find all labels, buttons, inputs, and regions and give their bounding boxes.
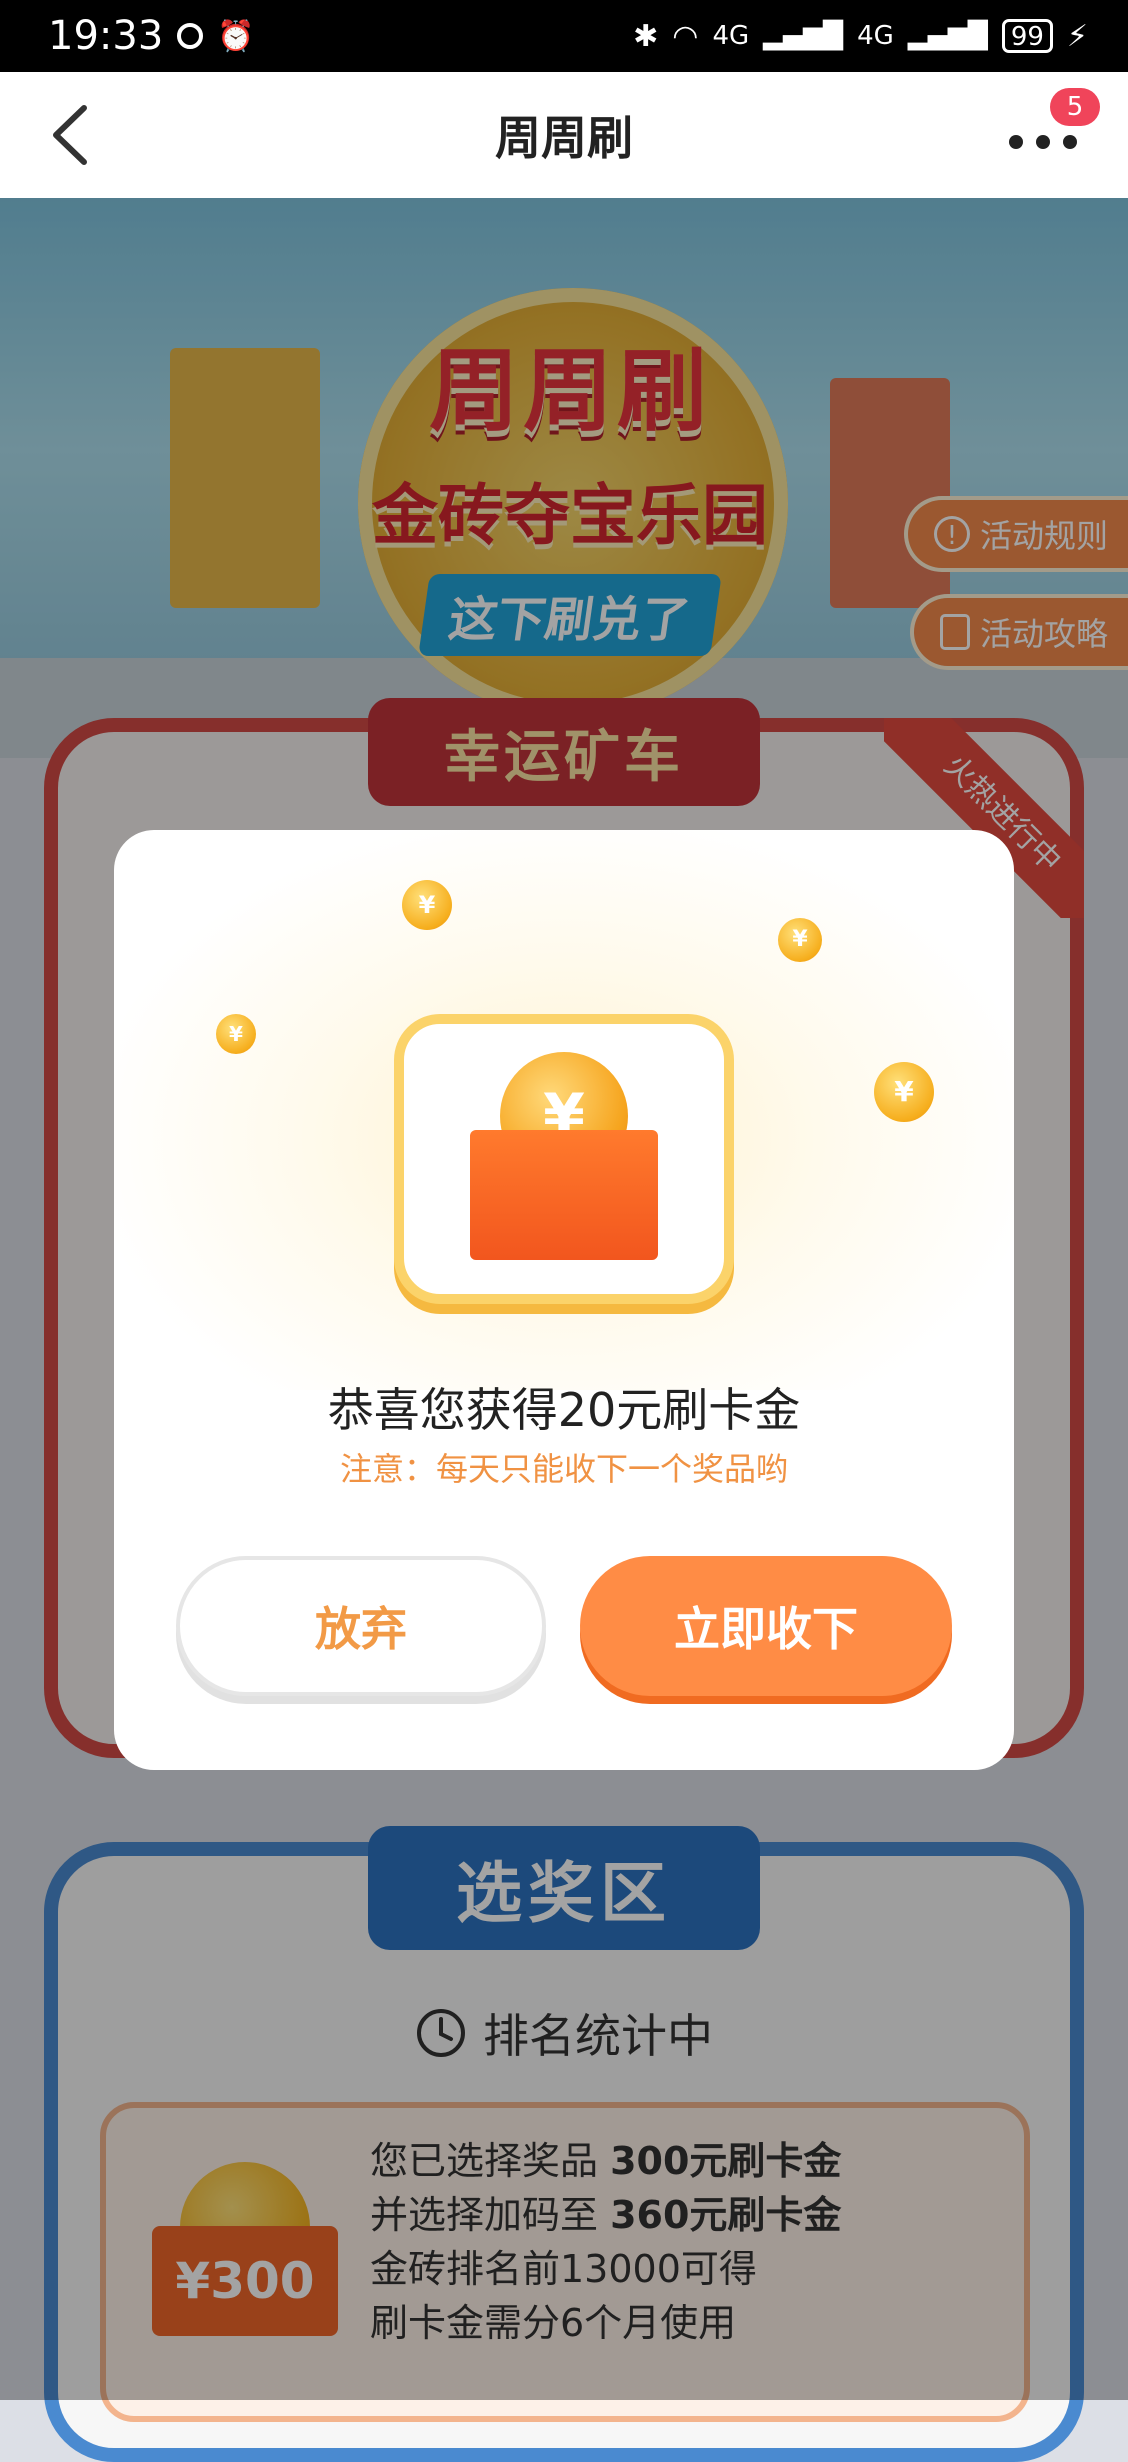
flying-coin-icon: ¥: [402, 880, 452, 930]
flying-coin-icon: ¥: [216, 1014, 256, 1054]
gift-box-icon: [470, 1130, 658, 1260]
flying-coin-icon: ¥: [874, 1062, 934, 1122]
notification-badge: 5: [1050, 88, 1100, 126]
network-label-2: 4G: [857, 21, 894, 51]
modal-note: 注意：每天只能收下一个奖品哟: [339, 1450, 788, 1488]
signal-icon-1: ▂▄▆█: [763, 21, 844, 51]
sync-icon: [177, 23, 204, 49]
page-title: 周周刷: [495, 111, 633, 165]
alarm-icon: ⏰: [217, 18, 255, 54]
charging-icon: ⚡: [1066, 18, 1088, 54]
modal-title: 恭喜您获得20元刷卡金: [327, 1383, 801, 1437]
reward-modal: ¥ ¥ ¥ ¥ ¥ 恭喜您获得20元刷卡金 注意：每天只能收下一个奖品哟 放弃 …: [114, 830, 1014, 1770]
wifi-icon: ◠: [672, 18, 699, 54]
flying-coin-icon: ¥: [778, 918, 822, 962]
status-bar: 19:33 ⏰ ✱ ◠ 4G ▂▄▆█ 4G ▂▄▆█ 99 ⚡: [0, 0, 1128, 72]
signal-icon-2: ▂▄▆█: [907, 21, 988, 51]
bluetooth-icon: ✱: [633, 18, 659, 54]
battery-level: 99: [1001, 19, 1053, 53]
app-header: 周周刷 5: [0, 72, 1128, 198]
clock: 19:33: [48, 13, 164, 59]
back-arrow-icon[interactable]: [44, 102, 100, 168]
accept-now-button[interactable]: 立即收下: [580, 1556, 952, 1696]
network-label-1: 4G: [712, 21, 750, 51]
give-up-button[interactable]: 放弃: [176, 1556, 546, 1696]
